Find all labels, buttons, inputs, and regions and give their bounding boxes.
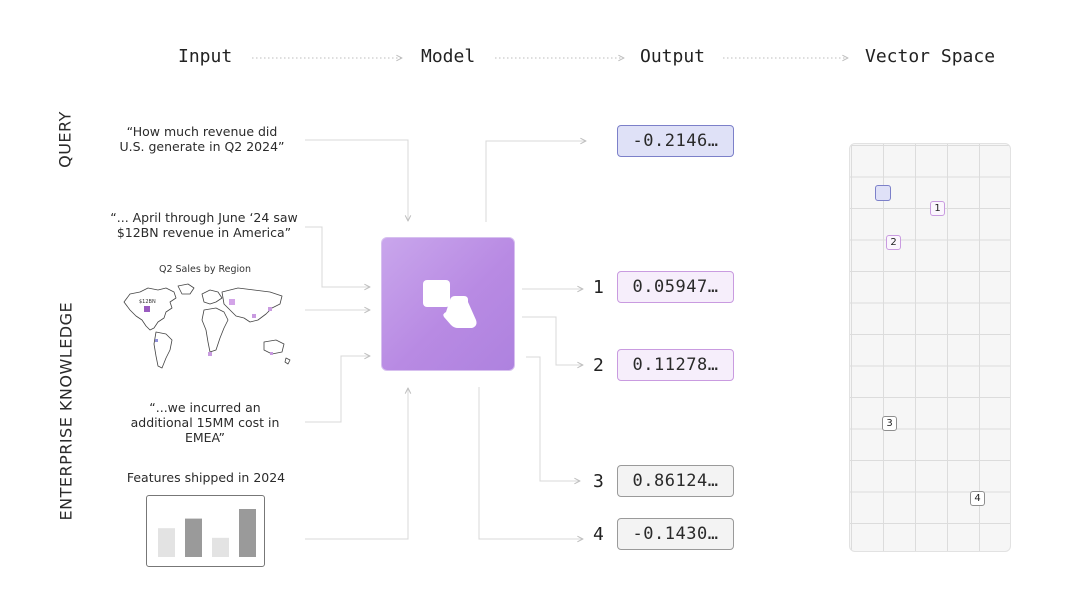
line-model-out-4	[478, 387, 583, 539]
vector-tag-3: 3	[882, 416, 897, 431]
doc3-line-1: “...we incurred an	[149, 400, 261, 415]
map-marker-e	[270, 352, 273, 355]
features-chart-svg	[158, 509, 256, 557]
features-bar-4	[239, 509, 256, 557]
line-model-out-q	[485, 141, 586, 222]
doc1-line-2: $12BN revenue in America”	[116, 225, 292, 240]
vector-tag-1: 1	[930, 201, 945, 216]
output-value-2: 0.11278…	[617, 349, 734, 381]
features-bar-1	[158, 528, 175, 557]
header-output: Output	[640, 46, 706, 67]
line-doc1-model	[305, 226, 370, 287]
query-line-2: U.S. generate in Q2 2024”	[119, 139, 285, 154]
doc1-line-1: “... April through June ‘24 saw	[110, 210, 298, 225]
output-num-1: 1	[593, 277, 604, 298]
features-bar-3	[212, 537, 229, 557]
side-label-enterprise: ENTERPRISE KNOWLEDGE	[56, 301, 76, 521]
features-title: Features shipped in 2024	[126, 470, 286, 485]
map-marker-americas	[144, 306, 150, 312]
output-value-4: -0.1430…	[617, 518, 734, 550]
line-model-out-3	[526, 356, 580, 481]
features-chart	[146, 495, 265, 567]
line-query-model	[305, 139, 408, 221]
output-query-value: -0.2146…	[617, 125, 734, 157]
line-chart-model	[305, 388, 408, 540]
line-model-out-2	[522, 316, 583, 365]
map-marker-d	[155, 339, 158, 342]
query-line-1: “How much revenue did	[126, 124, 278, 139]
output-num-4: 4	[593, 524, 604, 545]
vector-tag-4: 4	[970, 491, 985, 506]
features-bar-2	[185, 518, 202, 557]
header-vector-space: Vector Space	[865, 46, 996, 67]
doc3-line-3: EMEA”	[184, 430, 226, 445]
header-input: Input	[178, 46, 233, 67]
map-marker-b	[268, 307, 272, 311]
map-marker-a	[252, 314, 256, 318]
map-title: Q2 Sales by Region	[158, 264, 252, 275]
map-marker-asia	[229, 299, 235, 305]
output-num-3: 3	[593, 471, 604, 492]
header-model: Model	[421, 46, 476, 67]
output-num-2: 2	[593, 355, 604, 376]
doc3-line-2: additional 15MM cost in	[130, 415, 280, 430]
side-label-query: QUERY	[55, 111, 75, 168]
doc3-text: “...we incurred an additional 15MM cost …	[120, 400, 290, 445]
map-label: $12BN	[139, 299, 156, 305]
map-marker-c	[208, 352, 212, 356]
vector-query-point	[875, 185, 891, 201]
world-map-icon: $12BN	[123, 283, 291, 369]
output-value-1: 0.05947…	[617, 271, 734, 303]
vector-tag-2: 2	[886, 235, 901, 250]
model-shapes-icon	[423, 280, 477, 328]
output-value-3: 0.86124…	[617, 465, 734, 497]
query-text: “How much revenue did U.S. generate in Q…	[112, 124, 292, 154]
model-box	[381, 237, 515, 371]
line-doc3-model	[305, 356, 370, 423]
doc1-text: “... April through June ‘24 saw $12BN re…	[104, 210, 304, 240]
